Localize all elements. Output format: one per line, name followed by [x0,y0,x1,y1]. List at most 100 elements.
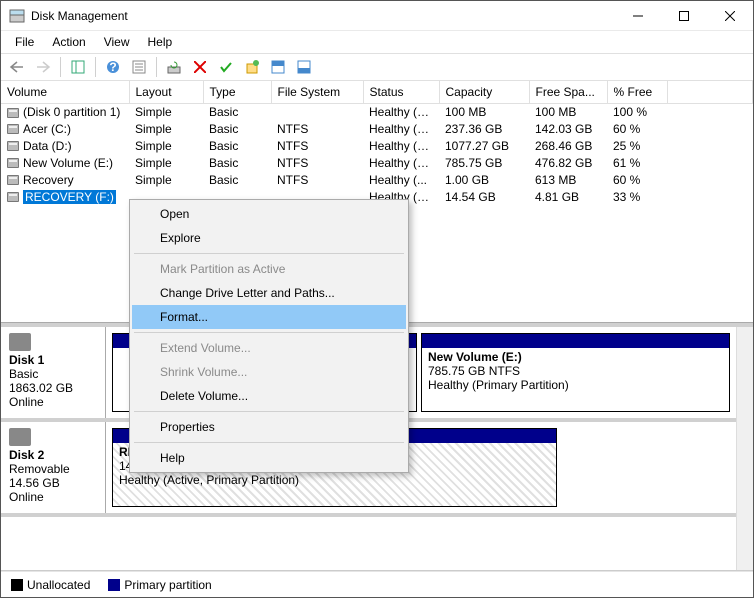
cell-free: 142.03 GB [529,120,607,137]
cell-fs: NTFS [271,171,363,188]
cell-type: Basic [203,120,271,137]
window-controls [615,1,753,30]
maximize-button[interactable] [661,1,707,30]
close-button[interactable] [707,1,753,30]
disk-1-name: Disk 1 [9,353,44,367]
cell-capacity: 785.75 GB [439,154,529,171]
table-row[interactable]: Data (D:)SimpleBasicNTFSHealthy (P...107… [1,137,753,154]
cell-layout: Simple [129,103,203,120]
partition-e[interactable]: New Volume (E:) 785.75 GB NTFS Healthy (… [421,333,730,412]
ctx-extend: Extend Volume... [132,336,406,360]
legend-primary: Primary partition [108,578,211,592]
part-e-name: New Volume (E:) [428,350,522,364]
cell-capacity: 14.54 GB [439,188,529,205]
cell-pct: 100 % [607,103,667,120]
delete-icon[interactable] [188,55,212,79]
properties-icon[interactable] [127,55,151,79]
cell-free: 268.46 GB [529,137,607,154]
cell-type: Basic [203,154,271,171]
cell-layout: Simple [129,154,203,171]
cell-capacity: 100 MB [439,103,529,120]
volume-name: Data (D:) [23,139,72,153]
cell-fs: NTFS [271,137,363,154]
legend: Unallocated Primary partition [1,571,753,597]
cell-free: 100 MB [529,103,607,120]
column-headers[interactable]: Volume Layout Type File System Status Ca… [1,81,753,103]
cell-pct: 60 % [607,171,667,188]
window-title: Disk Management [31,9,615,23]
menubar: File Action View Help [1,31,753,53]
menu-action[interactable]: Action [44,33,93,51]
cell-type: Basic [203,103,271,120]
legend-unallocated: Unallocated [11,578,90,592]
cell-free: 4.81 GB [529,188,607,205]
titlebar: Disk Management [1,1,753,31]
disk-2-status: Online [9,490,44,504]
col-free[interactable]: Free Spa... [529,81,607,103]
back-button[interactable] [5,55,29,79]
volume-icon [7,141,19,151]
col-pct[interactable]: % Free [607,81,667,103]
ctx-format[interactable]: Format... [132,305,406,329]
cell-pct: 61 % [607,154,667,171]
table-row[interactable]: RecoverySimpleBasicNTFSHealthy (...1.00 … [1,171,753,188]
ctx-explore[interactable]: Explore [132,226,406,250]
cell-type: Basic [203,171,271,188]
ctx-open[interactable]: Open [132,202,406,226]
cell-status: Healthy (P... [363,137,439,154]
show-hide-tree-icon[interactable] [66,55,90,79]
part-e-status: Healthy (Primary Partition) [428,378,569,392]
disk-1-label[interactable]: Disk 1 Basic 1863.02 GB Online [1,327,106,418]
menu-file[interactable]: File [7,33,42,51]
col-capacity[interactable]: Capacity [439,81,529,103]
col-status[interactable]: Status [363,81,439,103]
volume-name: Recovery [23,173,74,187]
cell-capacity: 1.00 GB [439,171,529,188]
cell-fs: NTFS [271,120,363,137]
cell-status: Healthy (B... [363,120,439,137]
scrollbar[interactable] [736,327,753,570]
context-menu: Open Explore Mark Partition as Active Ch… [129,199,409,473]
refresh-icon[interactable] [162,55,186,79]
volume-icon [7,124,19,134]
disk-2-name: Disk 2 [9,448,44,462]
col-type[interactable]: Type [203,81,271,103]
help-icon[interactable]: ? [101,55,125,79]
ctx-help[interactable]: Help [132,446,406,470]
cell-type: Basic [203,137,271,154]
check-icon[interactable] [214,55,238,79]
ctx-change-letter[interactable]: Change Drive Letter and Paths... [132,281,406,305]
disk-2-label[interactable]: Disk 2 Removable 14.56 GB Online [1,422,106,513]
cell-fs [271,103,363,120]
col-layout[interactable]: Layout [129,81,203,103]
disk-1-size: 1863.02 GB [9,381,73,395]
cell-capacity: 237.36 GB [439,120,529,137]
cell-free: 613 MB [529,171,607,188]
disk-2-size: 14.56 GB [9,476,60,490]
menu-help[interactable]: Help [140,33,181,51]
minimize-button[interactable] [615,1,661,30]
col-volume[interactable]: Volume [1,81,129,103]
toolbar: ? [1,53,753,81]
cell-free: 476.82 GB [529,154,607,171]
new-volume-icon[interactable] [240,55,264,79]
col-fs[interactable]: File System [271,81,363,103]
layout-top-icon[interactable] [266,55,290,79]
volume-name: New Volume (E:) [23,156,113,170]
cell-status: Healthy (P... [363,154,439,171]
volume-name: (Disk 0 partition 1) [23,105,120,119]
cell-layout: Simple [129,120,203,137]
table-row[interactable]: (Disk 0 partition 1)SimpleBasicHealthy (… [1,103,753,120]
ctx-properties[interactable]: Properties [132,415,406,439]
cell-capacity: 1077.27 GB [439,137,529,154]
disk-icon [9,333,31,351]
cell-pct: 33 % [607,188,667,205]
volume-name: Acer (C:) [23,122,71,136]
menu-view[interactable]: View [96,33,138,51]
ctx-delete[interactable]: Delete Volume... [132,384,406,408]
cell-status: Healthy (... [363,171,439,188]
table-row[interactable]: Acer (C:) SimpleBasicNTFSHealthy (B...237… [1,120,753,137]
forward-button[interactable] [31,55,55,79]
table-row[interactable]: New Volume (E:)SimpleBasicNTFSHealthy (P… [1,154,753,171]
layout-bottom-icon[interactable] [292,55,316,79]
